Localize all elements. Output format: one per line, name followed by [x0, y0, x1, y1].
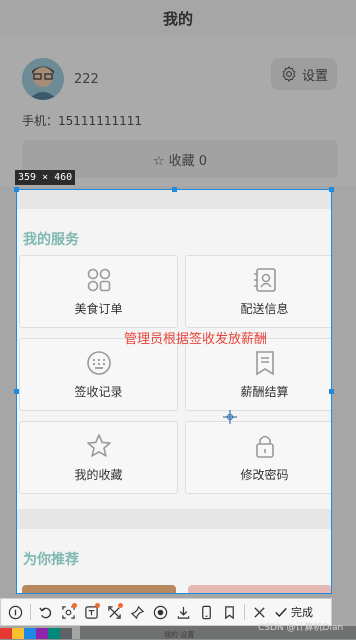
avatar-image: [22, 58, 64, 100]
crosshair-icon: [223, 410, 237, 424]
receipt-icon: [255, 351, 274, 376]
capture-region[interactable]: 我的服务 美食订单 配送信息 签收记录 薪酬结算 我的收藏 修改密码 为你推荐: [16, 189, 332, 594]
service-change-password[interactable]: 修改密码: [185, 421, 332, 494]
app-screen: 我的 222 设置 手机：15111111111 ☆ 收藏 0 我的服务 美食订…: [0, 0, 356, 639]
service-label: 我的收藏: [74, 468, 123, 482]
color-swatch[interactable]: [48, 628, 60, 639]
tool-translate[interactable]: [81, 601, 102, 623]
service-label: 签收记录: [74, 385, 123, 399]
number-marker-icon: [8, 605, 23, 619]
resize-handle[interactable]: [329, 389, 334, 394]
lock-icon: [255, 435, 274, 458]
star-icon: [86, 434, 111, 457]
phone-row: 手机：15111111111: [22, 112, 142, 129]
color-swatch[interactable]: [24, 628, 36, 639]
color-palette: [0, 628, 72, 639]
record-icon: [153, 605, 168, 619]
tool-number[interactable]: [5, 601, 26, 623]
toolbar-separator: [244, 604, 245, 620]
divider-band: [16, 509, 332, 529]
resize-handle[interactable]: [14, 389, 19, 394]
services-title: 我的服务: [23, 232, 79, 248]
page-title: 我的: [162, 9, 193, 28]
service-my-favorites[interactable]: 我的收藏: [19, 421, 178, 494]
pin-icon: [130, 605, 145, 619]
settings-button[interactable]: 设置: [271, 58, 337, 90]
keyboard-icon: [86, 351, 111, 375]
tool-bookmark[interactable]: [219, 601, 240, 623]
download-icon: [177, 606, 190, 619]
service-label: 美食订单: [74, 302, 123, 316]
tool-long-screenshot[interactable]: [104, 601, 125, 623]
notification-dot: [95, 603, 100, 608]
service-label: 薪酬结算: [240, 385, 289, 399]
grid-icon: [87, 268, 110, 292]
notification-dot: [72, 603, 77, 608]
phone-value: 15111111111: [58, 114, 142, 128]
toolbar-separator: [30, 604, 31, 620]
resize-handle[interactable]: [329, 187, 334, 192]
capture-size-label: 359 × 460: [15, 170, 76, 185]
tool-pin[interactable]: [127, 601, 148, 623]
service-salary-settlement[interactable]: 薪酬结算: [185, 338, 332, 411]
done-button[interactable]: 完成: [274, 604, 313, 620]
recommend-image[interactable]: [188, 585, 332, 594]
resize-handle[interactable]: [14, 187, 19, 192]
notification-dot: [118, 603, 123, 608]
service-label: 配送信息: [240, 302, 289, 316]
check-icon: [275, 608, 287, 617]
service-food-orders[interactable]: 美食订单: [19, 255, 178, 328]
tool-undo[interactable]: [35, 601, 56, 623]
username: 222: [74, 72, 99, 87]
color-swatch[interactable]: [12, 628, 24, 639]
avatar[interactable]: [22, 58, 64, 100]
undo-icon: [39, 606, 52, 618]
favorites-label: ☆ 收藏 0: [152, 153, 208, 169]
recommend-image[interactable]: [22, 585, 176, 594]
bookmark-icon: [225, 605, 234, 619]
settings-label: 设置: [301, 68, 328, 84]
profile-card: 222 设置 手机：15111111111 ☆ 收藏 0: [0, 36, 356, 186]
watermark: CSDN @计算机Dian: [258, 623, 344, 633]
color-swatch[interactable]: [0, 628, 12, 639]
phone-label: 手机：: [22, 114, 59, 128]
service-delivery-info[interactable]: 配送信息: [185, 255, 332, 328]
phone-icon: [202, 605, 211, 619]
color-swatch[interactable]: [60, 628, 72, 639]
done-label: 完成: [291, 606, 313, 619]
close-icon: [254, 606, 265, 618]
tool-download[interactable]: [173, 601, 194, 623]
tool-ocr[interactable]: [58, 601, 79, 623]
tool-phone[interactable]: [196, 601, 217, 623]
divider-band: [16, 189, 332, 209]
color-swatch[interactable]: [36, 628, 48, 639]
contact-card-icon: [253, 268, 276, 292]
resize-handle[interactable]: [172, 187, 177, 192]
service-sign-records[interactable]: 签收记录: [19, 338, 178, 411]
recommend-title: 为你推荐: [23, 552, 79, 568]
service-label: 修改密码: [240, 468, 289, 482]
annotation-text: 管理员根据签收发放薪酬: [124, 332, 268, 347]
tool-record[interactable]: [150, 601, 171, 623]
gear-icon: [282, 65, 296, 83]
